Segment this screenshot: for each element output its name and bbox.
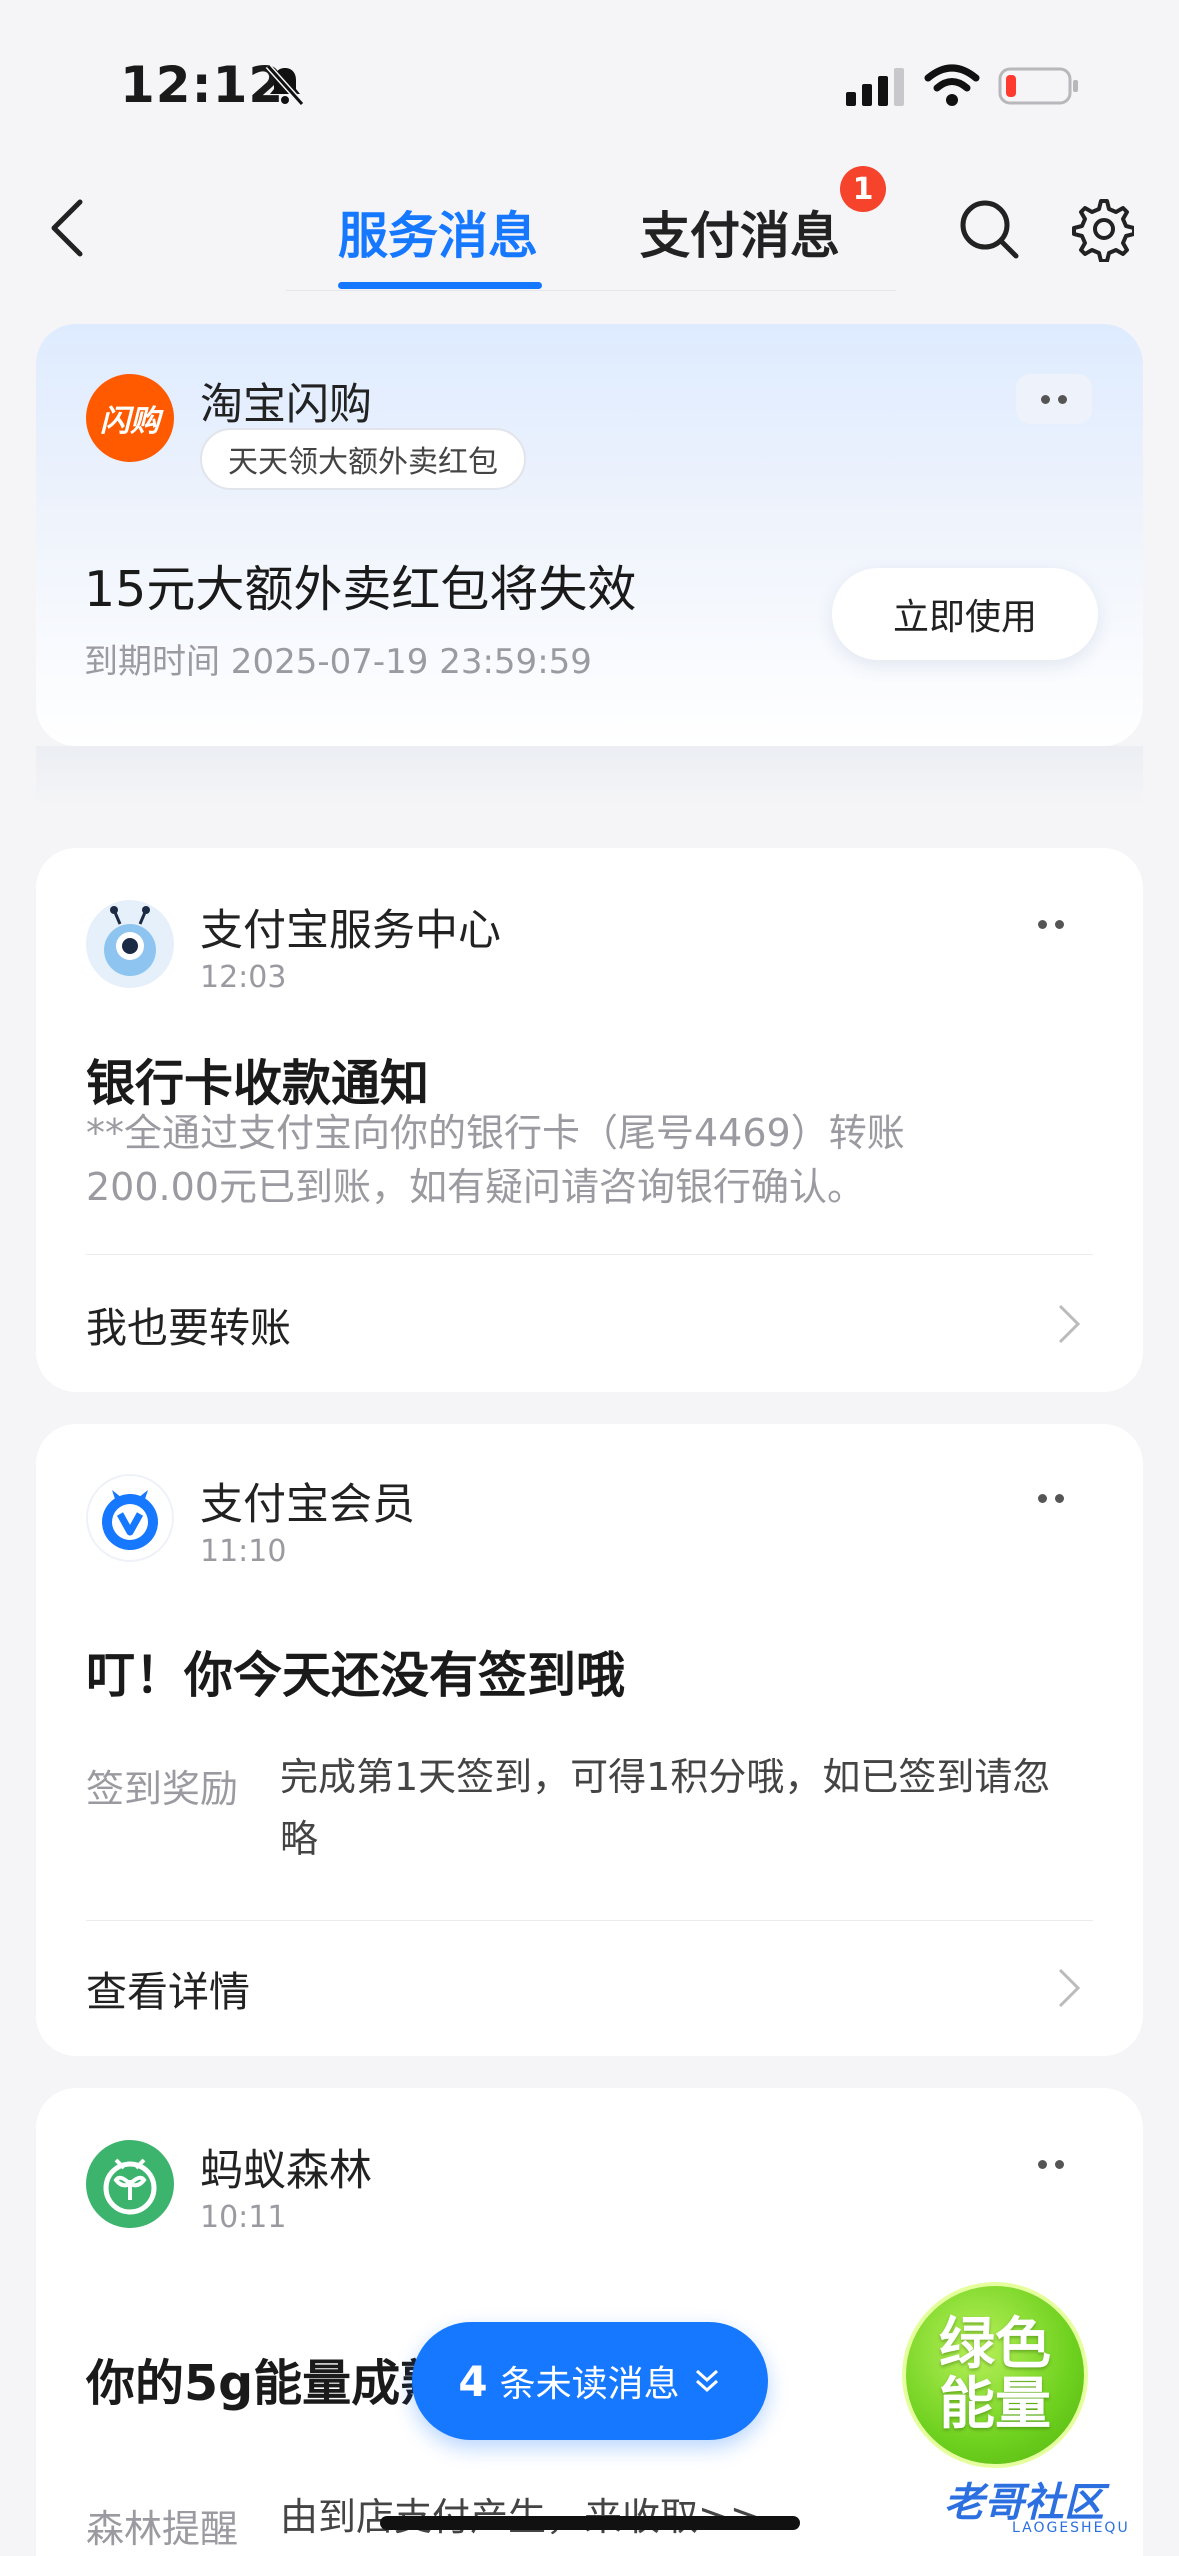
green-energy-button[interactable]: 绿色 能量	[902, 2282, 1088, 2468]
promo-more-button[interactable]	[1016, 374, 1092, 424]
reward-text-line2: 略	[280, 1817, 319, 1861]
sender-name: 蚂蚁森林	[200, 2146, 372, 2196]
active-tab-indicator	[338, 282, 542, 289]
promo-headline: 15元大额外卖红包将失效	[84, 561, 637, 618]
settings-gear-icon[interactable]	[1068, 196, 1134, 262]
more-options-button[interactable]	[1034, 914, 1068, 933]
sender-name: 支付宝会员	[200, 1480, 415, 1530]
alipay-member-avatar	[86, 1474, 174, 1562]
ant-mascot-icon	[104, 906, 156, 976]
taobao-flash-logo: 闪购	[86, 374, 174, 462]
reward-text-line1: 完成第1天签到，可得1积分哦，如已签到请忽	[280, 1755, 1051, 1799]
back-arrow-icon[interactable]	[44, 196, 92, 260]
sender-name: 支付宝服务中心	[200, 906, 501, 956]
promo-brand-name: 淘宝闪购	[200, 380, 372, 430]
tab-divider	[286, 290, 896, 291]
message-title: 叮！你今天还没有签到哦	[86, 1647, 626, 1704]
promo-card[interactable]: 闪购 淘宝闪购 天天领大额外卖红包 15元大额外卖红包将失效 到期时间 2025…	[36, 324, 1143, 746]
more-options-button[interactable]	[1034, 2154, 1068, 2173]
cellular-signal-icon	[846, 68, 904, 106]
card-divider	[86, 1254, 1093, 1255]
unread-badge: 1	[840, 166, 886, 212]
double-chevron-down-icon	[695, 2369, 718, 2393]
message-body-line1: **全通过支付宝向你的银行卡（尾号4469）转账	[86, 1111, 905, 1155]
tab-service-messages[interactable]: 服务消息	[338, 196, 538, 268]
search-icon[interactable]	[956, 196, 1022, 262]
battery-low-icon	[998, 67, 1078, 105]
alipay-service-avatar	[86, 900, 174, 988]
promo-expiry: 到期时间 2025-07-19 23:59:59	[84, 642, 592, 682]
message-time: 10:11	[200, 2200, 287, 2235]
reward-label: 签到奖励	[86, 1767, 239, 1811]
message-time: 11:10	[200, 1534, 287, 1569]
chevron-right-icon	[1058, 1968, 1081, 2008]
member-v-icon	[102, 1490, 158, 1550]
sprout-icon	[103, 2158, 157, 2215]
use-now-button[interactable]: 立即使用	[832, 568, 1098, 660]
promo-tag: 天天领大额外卖红包	[200, 428, 526, 490]
bell-muted-icon	[265, 63, 305, 107]
message-time: 12:03	[200, 960, 287, 995]
promo-shadow	[36, 746, 1143, 806]
status-time: 12:12	[120, 56, 285, 114]
message-title: 银行卡收款通知	[86, 1055, 430, 1112]
message-body-line2: 200.00元已到账，如有疑问请咨询银行确认。	[86, 1165, 865, 1209]
message-card[interactable]: 支付宝服务中心 12:03 银行卡收款通知 **全通过支付宝向你的银行卡（尾号4…	[36, 848, 1143, 1392]
home-indicator[interactable]	[380, 2516, 800, 2530]
transfer-action-link[interactable]: 我也要转账	[86, 1294, 291, 1354]
watermark-subtext: LAOGESHEQU	[1012, 2520, 1130, 2536]
unread-messages-button[interactable]: 4 条未读消息	[412, 2322, 768, 2440]
forest-reminder-label: 森林提醒	[86, 2507, 239, 2551]
wifi-icon	[924, 64, 980, 106]
message-card[interactable]: 支付宝会员 11:10 叮！你今天还没有签到哦 签到奖励 完成第1天签到，可得1…	[36, 1424, 1143, 2056]
tab-payment-messages[interactable]: 支付消息	[640, 196, 840, 268]
more-options-button[interactable]	[1034, 1488, 1068, 1507]
ant-forest-avatar	[86, 2140, 174, 2228]
chevron-right-icon	[1058, 1304, 1081, 1344]
card-divider	[86, 1920, 1093, 1921]
view-details-link[interactable]: 查看详情	[86, 1958, 250, 2018]
